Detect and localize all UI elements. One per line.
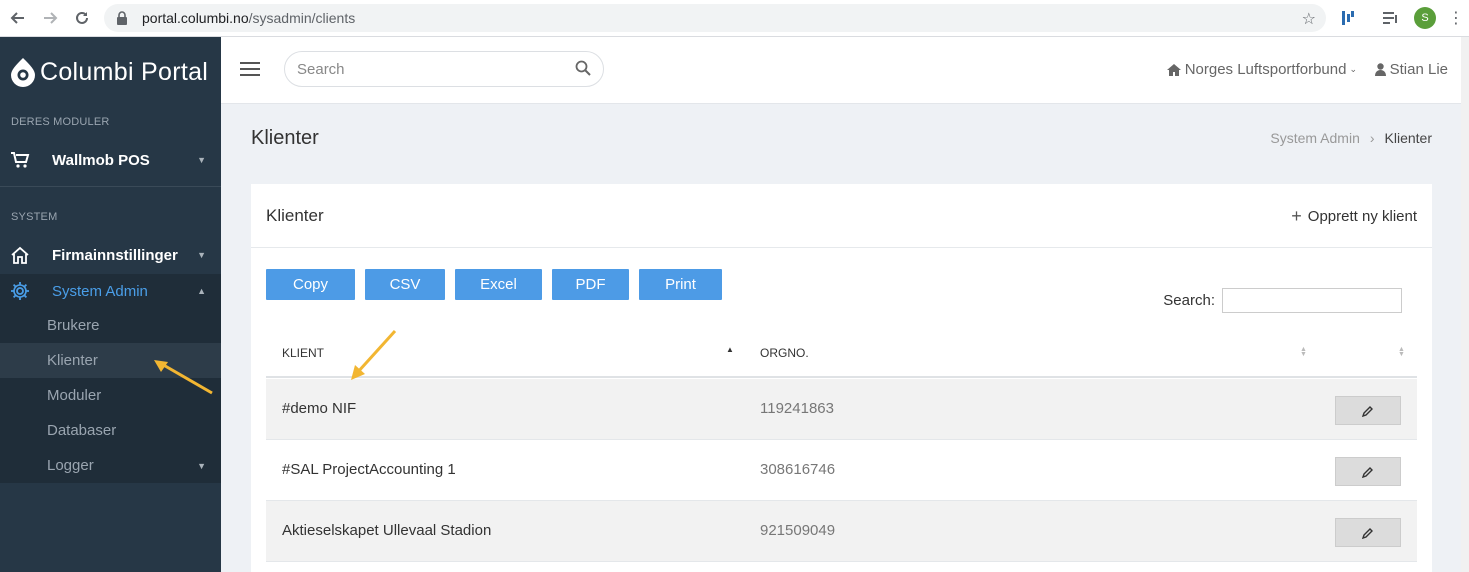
sidebar-subitem-label: Databaser — [47, 422, 117, 439]
export-buttons: Copy CSV Excel PDF Print — [266, 269, 732, 300]
search-placeholder: Search — [297, 60, 345, 78]
sidebar-subitem-logger[interactable]: Logger ▼ — [0, 448, 221, 483]
section-label-system: SYSTEM — [11, 211, 58, 223]
table-search-input[interactable] — [1222, 288, 1402, 313]
sort-asc-icon[interactable]: ▲ — [726, 346, 734, 354]
sidebar-subitem-label: Brukere — [47, 317, 100, 334]
sort-icon[interactable]: ▲ ▼ — [1398, 346, 1405, 358]
search-input[interactable]: Search — [284, 51, 604, 87]
clients-card: Klienter + Opprett ny klient Copy CSV Ex… — [251, 184, 1432, 572]
client-name: Aktieselskapet Ullevaal Stadion — [282, 522, 492, 539]
annotation-arrow-icon — [154, 360, 213, 395]
breadcrumb-separator-icon: › — [1369, 130, 1375, 146]
plus-icon: + — [1291, 206, 1302, 226]
section-label-modules: DERES MODULER — [11, 116, 110, 128]
edit-button[interactable] — [1335, 518, 1401, 547]
table-row[interactable]: #SAL ProjectAccounting 1 308616746 — [266, 440, 1417, 501]
sidebar-item-label: Firmainnstillinger — [52, 246, 178, 264]
sidebar-item-firmainnstillinger[interactable]: Firmainnstillinger ▼ — [0, 238, 221, 272]
organization-dropdown[interactable]: Norges Luftsportforbund ⌄ — [1166, 61, 1357, 78]
reading-list-icon[interactable] — [1380, 5, 1402, 31]
pencil-icon — [1362, 405, 1373, 417]
pencil-icon — [1362, 466, 1373, 478]
sidebar-divider — [0, 186, 221, 187]
home-icon — [0, 246, 52, 265]
shopping-cart-icon — [0, 151, 52, 169]
breadcrumb: System Admin › Klienter — [1270, 130, 1432, 146]
lock-icon — [116, 11, 132, 25]
sidebar-item-wallmob-pos[interactable]: Wallmob POS ▼ — [0, 143, 221, 177]
excel-button[interactable]: Excel — [455, 269, 542, 300]
caret-down-icon: ▼ — [197, 155, 206, 165]
organization-name: Norges Luftsportforbund — [1184, 61, 1347, 78]
breadcrumb-current: Klienter — [1384, 130, 1432, 146]
browser-menu-icon[interactable]: ⋮ — [1448, 5, 1464, 31]
sidebar-item-label: System Admin — [52, 282, 148, 300]
card-title: Klienter — [266, 206, 324, 225]
scrollbar[interactable] — [1461, 37, 1469, 572]
column-header-orgno[interactable]: ORGNO. — [760, 346, 809, 360]
profile-avatar[interactable]: S — [1413, 5, 1437, 31]
user-name: Stian Lie — [1389, 61, 1448, 78]
gear-icon — [0, 281, 52, 301]
pencil-icon — [1362, 527, 1373, 539]
user-icon — [1374, 63, 1386, 76]
home-icon — [1166, 63, 1181, 76]
table-row[interactable]: #demo NIF 119241863 — [266, 379, 1417, 440]
extension-icon[interactable] — [1338, 5, 1358, 31]
sidebar-subitem-label: Moduler — [47, 387, 102, 404]
sidebar-item-label: Wallmob POS — [52, 151, 150, 169]
table-header: KLIENT ▲ ORGNO. ▲ ▼ ▲ ▼ — [266, 337, 1417, 378]
sidebar-subitem-label: Klienter — [47, 352, 98, 369]
breadcrumb-link-system-admin[interactable]: System Admin — [1270, 130, 1359, 146]
client-orgno: 119241863 — [760, 400, 834, 417]
page-title: Klienter — [251, 127, 319, 149]
logo-text: Columbi Portal — [40, 57, 209, 86]
sidebar-subitem-brukere[interactable]: Brukere — [0, 308, 221, 343]
pdf-button[interactable]: PDF — [552, 269, 629, 300]
edit-button[interactable] — [1335, 457, 1401, 486]
logo[interactable]: Columbi Portal — [10, 57, 208, 87]
caret-down-icon: ▼ — [197, 250, 206, 260]
caret-down-icon: ▼ — [197, 460, 206, 471]
bookmark-star-icon[interactable]: ☆ — [1302, 9, 1316, 29]
table-search: Search: — [1163, 288, 1402, 313]
sidebar-subitem-databaser[interactable]: Databaser — [0, 413, 221, 448]
client-name: #demo NIF — [282, 400, 357, 417]
caret-up-icon: ▲ — [197, 286, 206, 296]
url-host: portal.columbi.no — [142, 10, 249, 26]
card-header: Klienter + Opprett ny klient — [251, 184, 1432, 248]
client-orgno: 921509049 — [760, 522, 836, 539]
sidebar-subitem-label: Logger — [47, 457, 94, 474]
sidebar: Columbi Portal DERES MODULER Wallmob POS… — [0, 37, 221, 572]
address-bar[interactable]: portal.columbi.no/sysadmin/clients ☆ — [104, 4, 1326, 32]
client-name: #SAL ProjectAccounting 1 — [282, 461, 456, 478]
reload-icon[interactable] — [66, 2, 98, 34]
table-search-label: Search: — [1163, 292, 1215, 309]
annotation-arrow-icon — [351, 329, 397, 380]
client-orgno: 308616746 — [760, 461, 836, 478]
edit-button[interactable] — [1335, 396, 1401, 425]
forward-icon[interactable] — [34, 2, 66, 34]
url-path: /sysadmin/clients — [248, 10, 356, 26]
search-icon[interactable] — [575, 60, 591, 80]
copy-button[interactable]: Copy — [266, 269, 355, 300]
column-header-klient[interactable]: KLIENT — [282, 346, 324, 360]
logo-icon — [11, 58, 35, 87]
back-icon[interactable] — [2, 2, 34, 34]
csv-button[interactable]: CSV — [365, 269, 445, 300]
create-client-button[interactable]: + Opprett ny klient — [1291, 206, 1417, 227]
browser-toolbar: portal.columbi.no/sysadmin/clients ☆ S ⋮ — [0, 0, 1469, 37]
table-row[interactable]: Aktieselskapet Ullevaal Stadion 92150904… — [266, 501, 1417, 562]
top-header: Search Norges Luftsportforbund ⌄ Stian L… — [221, 37, 1469, 104]
print-button[interactable]: Print — [639, 269, 722, 300]
sidebar-item-system-admin[interactable]: System Admin ▲ — [0, 274, 221, 308]
create-client-label: Opprett ny klient — [1307, 208, 1417, 225]
sort-icon[interactable]: ▲ ▼ — [1300, 346, 1307, 358]
hamburger-menu-icon[interactable] — [240, 62, 260, 78]
user-menu[interactable]: Stian Lie — [1374, 61, 1448, 78]
chevron-down-icon: ⌄ — [1349, 64, 1357, 74]
